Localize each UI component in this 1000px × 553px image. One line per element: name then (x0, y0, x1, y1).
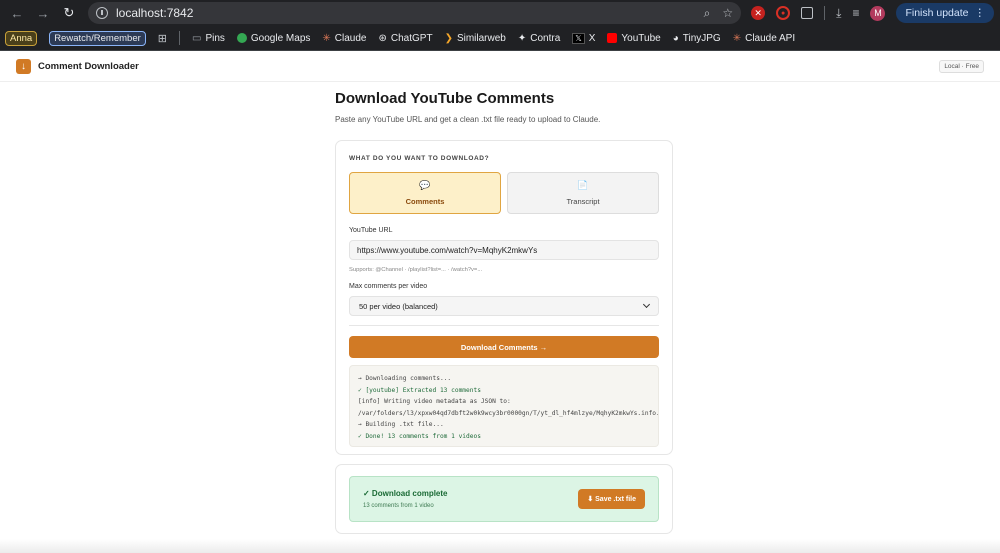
youtube-icon (607, 33, 618, 43)
reading-list-icon[interactable]: ≡ (852, 6, 859, 20)
url-text[interactable]: localhost:7842 (116, 6, 704, 20)
folder-icon: ▭ (192, 32, 202, 44)
url-hint: Supports: @Channel · /playlist?list=... … (349, 267, 483, 273)
progress-log: → Downloading comments... ✓ [youtube] Ex… (349, 365, 659, 447)
bookmark-claude-api[interactable]: ✳ Claude API (733, 33, 795, 44)
mode-label: Transcript (566, 197, 600, 206)
bookmark-pins[interactable]: ▭ Pins (192, 33, 225, 44)
success-title: ✓ Download complete (363, 489, 448, 498)
bookmarks-divider (179, 31, 180, 45)
url-input[interactable]: https://www.youtube.com/watch?v=MqhyK2mk… (349, 240, 659, 260)
bookmark-google-maps[interactable]: Google Maps (236, 32, 311, 44)
back-icon[interactable]: ← (6, 2, 28, 24)
bookmark-youtube[interactable]: YouTube (607, 32, 661, 44)
bookmark-x[interactable]: 𝕏X (572, 32, 596, 44)
result-card: ✓ Download complete 13 comments from 1 v… (335, 464, 673, 534)
chevron-down-icon (642, 300, 651, 309)
log-line: /var/folders/l3/xpxw04qd7dbft2w0k9wcy3br… (358, 409, 659, 417)
log-line: ✓ [youtube] Extracted 13 comments (358, 386, 481, 394)
tinyjpg-icon: ◕ (672, 32, 679, 44)
download-comments-button[interactable]: Download Comments → (349, 336, 659, 358)
page-title: Download YouTube Comments (335, 90, 555, 107)
mode-label: Comments (405, 197, 445, 206)
similarweb-icon: ❯ (444, 32, 453, 44)
address-bar[interactable]: localhost:7842 ⌕ ☆ (88, 2, 742, 24)
mode-selector: 💬 Comments 📄 Transcript (349, 172, 659, 214)
browser-toolbar: ← → ↻ localhost:7842 ⌕ ☆ ✕ ● ⤓ ≡ M Finis… (0, 0, 1000, 26)
zoom-icon[interactable]: ⌕ (704, 6, 711, 21)
url-label: YouTube URL (349, 227, 393, 234)
bookmark-label: Contra (530, 32, 561, 44)
apps-grid-icon[interactable]: ⊞ (158, 32, 167, 45)
local-free-badge: Local · Free (939, 59, 984, 73)
max-comments-value: 50 per video (balanced) (359, 301, 438, 311)
bookmark-label: TinyJPG (682, 32, 721, 44)
bookmark-label: Pins (205, 32, 225, 44)
document-icon: 📄 (577, 180, 589, 190)
mode-transcript-button[interactable]: 📄 Transcript (507, 172, 659, 214)
extensions-puzzle-icon[interactable] (801, 7, 814, 19)
success-banner: ✓ Download complete 13 comments from 1 v… (349, 476, 659, 522)
contra-icon: ✦ (517, 32, 527, 44)
bookmark-rewatch[interactable]: Rewatch/Remember (49, 30, 146, 46)
bookmarks-bar: Anna Rewatch/Remember ⊞ ▭ Pins Google Map… (0, 26, 1000, 51)
max-comments-select[interactable]: 50 per video (balanced) (349, 296, 659, 316)
bookmark-label: Google Maps (250, 32, 311, 44)
forward-icon[interactable]: → (32, 2, 54, 24)
bookmark-label: X (588, 32, 596, 44)
reload-icon[interactable]: ↻ (58, 2, 80, 24)
save-txt-button[interactable]: ⬇ Save .txt file (578, 489, 645, 509)
bookmark-similarweb[interactable]: ❯ Similarweb (445, 33, 506, 44)
success-subtitle: 13 comments from 1 video (363, 503, 434, 509)
app-header: ↓ Comment Downloader Local · Free (0, 51, 1000, 82)
log-line: → Downloading comments... (358, 375, 452, 382)
app-name: Comment Downloader (38, 60, 139, 72)
bookmark-anna[interactable]: Anna (5, 30, 38, 46)
bookmark-star-icon[interactable]: ☆ (722, 6, 733, 21)
page-subtitle: Paste any YouTube URL and get a clean .t… (335, 115, 601, 124)
speech-bubble-icon: 💬 (419, 180, 431, 190)
page-heading: Download YouTube Comments Paste any YouT… (335, 90, 673, 124)
download-form-card: WHAT DO YOU WANT TO DOWNLOAD? 💬 Comments… (335, 140, 673, 455)
divider (349, 325, 659, 326)
bookmark-label: YouTube (621, 32, 661, 44)
bottom-shadow (0, 539, 1000, 553)
section-label: WHAT DO YOU WANT TO DOWNLOAD? (349, 155, 490, 162)
max-comments-label: Max comments per video (349, 283, 428, 290)
download-arrow-icon: ↓ (16, 58, 31, 74)
claude-icon: ✳ (322, 32, 331, 44)
bookmark-chatgpt[interactable]: ⊛ ChatGPT (378, 33, 432, 44)
finish-update-label: Finish update (905, 7, 969, 19)
bookmark-label: ChatGPT (390, 32, 433, 44)
extension-record-icon[interactable]: ● (776, 6, 791, 20)
claude-api-icon: ✳ (732, 32, 742, 44)
log-line: → Building .txt file... (358, 421, 444, 429)
more-menu-icon[interactable]: ⋮ (975, 7, 986, 19)
bookmark-label: Similarweb (456, 32, 506, 44)
site-info-icon[interactable] (96, 7, 108, 19)
bookmark-label: Claude (334, 32, 367, 44)
bookmark-label: Claude API (745, 32, 796, 44)
log-line: ✓ Done! 13 comments from 1 videos (358, 432, 481, 440)
log-line: [info] Writing video metadata as JSON to… (358, 398, 511, 406)
mode-comments-button[interactable]: 💬 Comments (349, 172, 501, 214)
x-icon: 𝕏 (572, 32, 585, 44)
profile-avatar[interactable]: M (870, 5, 886, 21)
toolbar-divider (824, 6, 826, 20)
bookmark-contra[interactable]: ✦ Contra (518, 33, 560, 44)
download-icon[interactable]: ⤓ (836, 6, 841, 21)
bookmark-claude[interactable]: ✳ Claude (322, 33, 366, 44)
chatgpt-icon: ⊛ (378, 32, 387, 44)
finish-update-button[interactable]: Finish update ⋮ (896, 3, 994, 23)
google-maps-icon (236, 33, 247, 43)
bookmark-tinyjpg[interactable]: ◕ TinyJPG (673, 33, 721, 44)
extension-blocker-icon[interactable]: ✕ (751, 6, 766, 20)
